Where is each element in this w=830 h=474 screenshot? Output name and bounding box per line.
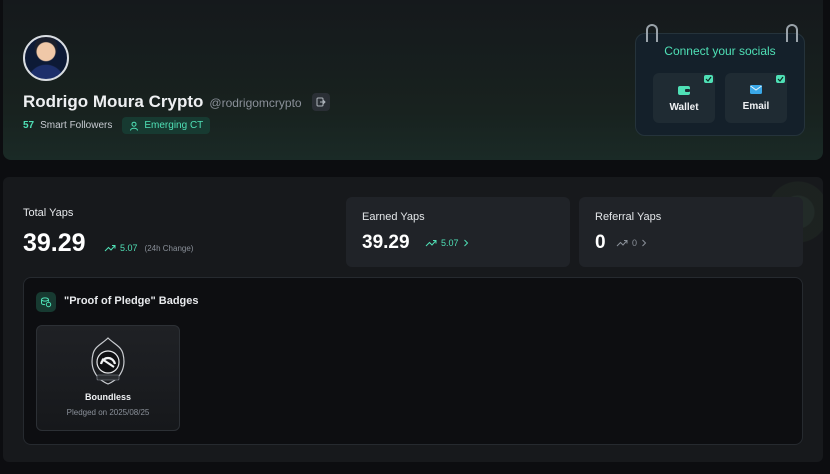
earned-yaps-card[interactable]: Earned Yaps 39.29 5.07 — [346, 197, 570, 267]
logout-button[interactable] — [311, 93, 330, 111]
check-icon — [704, 75, 713, 83]
avatar[interactable] — [23, 35, 69, 81]
tier-badge-label: Emerging CT — [144, 120, 204, 131]
connect-socials-title: Connect your socials — [664, 44, 776, 58]
pledge-badges-section: "Proof of Pledge" Badges Boundless Pledg… — [23, 277, 803, 445]
mail-icon — [750, 85, 762, 94]
connect-email-button[interactable]: Email — [725, 73, 787, 123]
profile-card: Rodrigo Moura Crypto @rodrigomcrypto 57 … — [3, 0, 823, 160]
user-icon — [130, 121, 139, 131]
chevron-right-icon — [463, 239, 468, 247]
smart-followers-count: 57 — [23, 120, 35, 131]
badge-pledge-date: Pledged on 2025/08/25 — [66, 408, 150, 417]
trend-up-icon — [104, 245, 116, 252]
connect-socials-card: Connect your socials Wallet Email — [635, 24, 805, 136]
logout-icon — [316, 97, 326, 107]
boundless-badge-icon — [91, 337, 125, 385]
earned-yaps-change: 5.07 — [425, 238, 469, 248]
total-yaps-value: 39.29 — [23, 229, 86, 257]
badge-name: Boundless — [84, 392, 131, 402]
badges-icon — [36, 292, 56, 312]
referral-yaps-value: 0 — [595, 232, 606, 253]
referral-yaps-card[interactable]: Referral Yaps 0 0 — [579, 197, 803, 267]
total-yaps-label: Total Yaps — [23, 207, 74, 219]
wallet-icon — [678, 85, 690, 95]
followers-row: 57 Smart Followers Emerging CT — [23, 117, 211, 134]
total-yaps-change-value: 5.07 — [120, 243, 138, 253]
connect-wallet-button[interactable]: Wallet — [653, 73, 715, 123]
badge-card[interactable]: Boundless Pledged on 2025/08/25 — [36, 325, 180, 431]
profile-name: Rodrigo Moura Crypto — [23, 92, 204, 111]
referral-yaps-label: Referral Yaps — [595, 211, 662, 223]
email-label: Email — [742, 101, 770, 112]
card-ring-right — [786, 24, 798, 42]
badges-title: "Proof of Pledge" Badges — [64, 295, 199, 307]
referral-yaps-change: 0 — [616, 238, 647, 248]
chevron-right-icon — [642, 239, 647, 247]
check-icon — [776, 75, 785, 83]
profile-handle[interactable]: @rodrigomcrypto — [209, 96, 301, 110]
tier-badge: Emerging CT — [122, 117, 211, 134]
total-yaps-change: 5.07 (24h Change) — [104, 243, 193, 253]
card-ring-left — [646, 24, 658, 42]
referral-yaps-change-value: 0 — [632, 238, 638, 248]
trend-up-icon — [425, 240, 437, 247]
total-yaps-change-hint: (24h Change) — [144, 243, 194, 253]
earned-yaps-value: 39.29 — [362, 232, 410, 253]
name-row: Rodrigo Moura Crypto @rodrigomcrypto — [23, 92, 330, 112]
earned-yaps-change-value: 5.07 — [441, 238, 459, 248]
wallet-label: Wallet — [669, 101, 699, 113]
earned-yaps-label: Earned Yaps — [362, 211, 425, 223]
yaps-stats-panel: Total Yaps 39.29 5.07 (24h Change) Earne… — [3, 177, 823, 462]
trend-up-icon — [616, 240, 628, 247]
smart-followers-label: Smart Followers — [40, 120, 113, 131]
